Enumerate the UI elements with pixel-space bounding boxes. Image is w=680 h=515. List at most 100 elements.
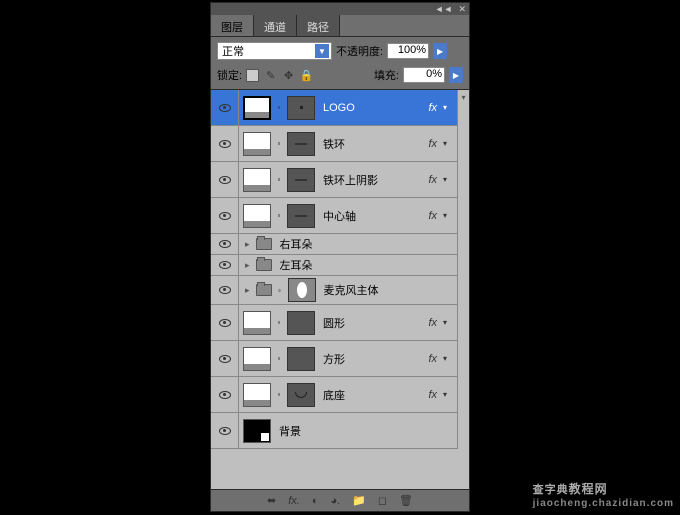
eye-icon <box>219 391 231 399</box>
visibility-toggle[interactable] <box>211 305 239 340</box>
link-icon[interactable]: ⬞ <box>276 283 284 297</box>
layer-name[interactable]: 右耳朵 <box>276 236 453 252</box>
layer-name[interactable]: 铁环 <box>319 136 424 152</box>
fx-expand-icon[interactable]: ▾ <box>443 139 453 148</box>
layer-name[interactable]: LOGO <box>319 102 424 114</box>
close-icon[interactable]: ✕ <box>458 4 466 15</box>
layer-row[interactable]: 背景 <box>211 413 457 449</box>
fx-badge[interactable]: fx <box>428 210 439 222</box>
mask-thumb[interactable] <box>287 347 315 371</box>
layer-name[interactable]: 铁环上阴影 <box>319 172 424 188</box>
new-layer-icon[interactable]: ◻ <box>378 494 387 507</box>
link-icon[interactable]: ⬞ <box>275 352 283 366</box>
fx-expand-icon[interactable]: ▾ <box>443 354 453 363</box>
fx-menu-icon[interactable]: fx. <box>288 495 300 507</box>
mask-thumb[interactable] <box>287 311 315 335</box>
visibility-toggle[interactable] <box>211 234 239 254</box>
layer-row[interactable]: ⬞ 方形 fx ▾ <box>211 341 457 377</box>
mask-thumb[interactable] <box>287 96 315 120</box>
link-icon[interactable]: ⬞ <box>275 388 283 402</box>
layer-name[interactable]: 圆形 <box>319 315 424 331</box>
layer-thumb[interactable] <box>243 132 271 156</box>
adjustment-icon[interactable]: ◕. <box>330 495 340 507</box>
layer-thumb[interactable] <box>243 383 271 407</box>
new-group-icon[interactable]: 📁 <box>352 494 366 507</box>
tab-layers[interactable]: 图层 <box>211 15 254 36</box>
lock-all-icon[interactable]: 🔒 <box>300 69 313 82</box>
visibility-toggle[interactable] <box>211 276 239 304</box>
fx-expand-icon[interactable]: ▾ <box>443 211 453 220</box>
fx-expand-icon[interactable]: ▾ <box>443 175 453 184</box>
tab-paths[interactable]: 路径 <box>297 15 340 36</box>
visibility-toggle[interactable] <box>211 198 239 233</box>
fill-input[interactable]: 0% <box>403 67 445 83</box>
link-icon[interactable]: ⬞ <box>275 173 283 187</box>
opacity-input[interactable]: 100% <box>387 43 429 59</box>
folder-icon <box>256 284 272 296</box>
layer-thumb[interactable] <box>243 311 271 335</box>
fx-badge[interactable]: fx <box>428 317 439 329</box>
mask-icon[interactable]: ◐ <box>312 495 319 507</box>
fx-badge[interactable]: fx <box>428 174 439 186</box>
layer-name[interactable]: 麦克风主体 <box>320 282 453 298</box>
mask-thumb[interactable] <box>287 168 315 192</box>
fx-expand-icon[interactable]: ▾ <box>443 318 453 327</box>
link-icon[interactable]: ⬞ <box>275 209 283 223</box>
layer-row[interactable]: ▸ 右耳朵 <box>211 234 457 255</box>
layer-thumb[interactable] <box>243 168 271 192</box>
layer-row[interactable]: ⬞ 圆形 fx ▾ <box>211 305 457 341</box>
fx-badge[interactable]: fx <box>428 102 439 114</box>
visibility-toggle[interactable] <box>211 90 239 125</box>
link-icon[interactable]: ⬞ <box>275 137 283 151</box>
layer-name[interactable]: 方形 <box>319 351 424 367</box>
fx-badge[interactable]: fx <box>428 353 439 365</box>
opacity-slider-btn[interactable]: ▶ <box>433 43 447 59</box>
visibility-toggle[interactable] <box>211 162 239 197</box>
layer-thumb[interactable] <box>243 96 271 120</box>
layer-thumb[interactable] <box>243 419 271 443</box>
eye-icon <box>219 240 231 248</box>
mask-thumb[interactable] <box>287 383 315 407</box>
expand-icon[interactable]: ▸ <box>243 260 252 271</box>
fx-badge[interactable]: fx <box>428 138 439 150</box>
visibility-toggle[interactable] <box>211 413 239 448</box>
layer-row[interactable]: ⬞ 铁环 fx ▾ <box>211 126 457 162</box>
visibility-toggle[interactable] <box>211 255 239 275</box>
fx-expand-icon[interactable]: ▾ <box>443 103 453 112</box>
lock-transparency-icon[interactable] <box>246 69 259 82</box>
visibility-toggle[interactable] <box>211 377 239 412</box>
layer-name[interactable]: 底座 <box>319 387 424 403</box>
layer-row[interactable]: ⬞ 铁环上阴影 fx ▾ <box>211 162 457 198</box>
fill-slider-btn[interactable]: ▶ <box>449 67 463 83</box>
layer-row[interactable]: ▸ 左耳朵 <box>211 255 457 276</box>
mask-thumb[interactable] <box>287 204 315 228</box>
link-layers-icon[interactable]: ⬌ <box>267 494 276 507</box>
layers-scrollbar[interactable]: ▾ <box>457 90 469 449</box>
eye-icon <box>219 319 231 327</box>
layer-row[interactable]: ⬞ 底座 fx ▾ <box>211 377 457 413</box>
expand-icon[interactable]: ▸ <box>243 239 252 250</box>
layer-row[interactable]: ▸ ⬞ 麦克风主体 <box>211 276 457 305</box>
lock-brush-icon[interactable]: ✎ <box>264 69 277 82</box>
layer-name[interactable]: 左耳朵 <box>276 257 453 273</box>
lock-move-icon[interactable]: ✥ <box>282 69 295 82</box>
layer-row[interactable]: ⬞ 中心轴 fx ▾ <box>211 198 457 234</box>
mask-thumb[interactable] <box>287 132 315 156</box>
link-icon[interactable]: ⬞ <box>275 101 283 115</box>
mask-thumb[interactable] <box>288 278 316 302</box>
layer-row[interactable]: ⬞ LOGO fx ▾ <box>211 90 457 126</box>
expand-icon[interactable]: ▸ <box>243 285 252 296</box>
collapse-icon[interactable]: ◄◄ <box>435 4 453 14</box>
visibility-toggle[interactable] <box>211 341 239 376</box>
blend-mode-select[interactable]: 正常 ▼ <box>217 42 332 60</box>
layer-thumb[interactable] <box>243 347 271 371</box>
visibility-toggle[interactable] <box>211 126 239 161</box>
link-icon[interactable]: ⬞ <box>275 316 283 330</box>
layer-name[interactable]: 中心轴 <box>319 208 424 224</box>
layer-thumb[interactable] <box>243 204 271 228</box>
trash-icon[interactable]: 🗑 <box>399 494 413 507</box>
fx-expand-icon[interactable]: ▾ <box>443 390 453 399</box>
fx-badge[interactable]: fx <box>428 389 439 401</box>
tab-channels[interactable]: 通道 <box>254 15 297 36</box>
layer-name[interactable]: 背景 <box>275 423 453 439</box>
